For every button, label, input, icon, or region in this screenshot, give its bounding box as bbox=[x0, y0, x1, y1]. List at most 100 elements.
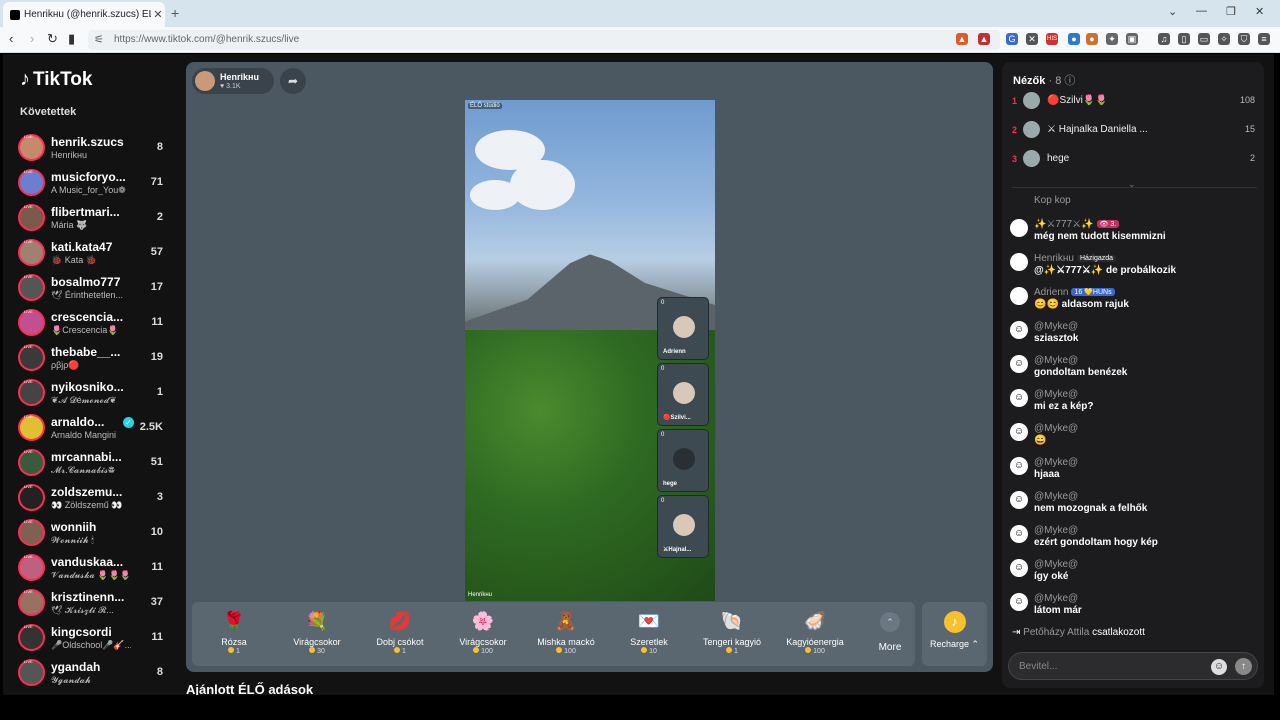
viewer-avatar bbox=[1023, 92, 1040, 109]
guest-panel[interactable]: 0 ⚔Hajnal... bbox=[657, 495, 709, 558]
chevron-up-icon: ⌃ bbox=[880, 612, 900, 632]
minimize-icon[interactable]: — bbox=[1196, 5, 1207, 17]
account-nickname: 🌷Crescencia🌷 bbox=[51, 325, 119, 335]
emoji-icon[interactable]: ☺ bbox=[1211, 659, 1227, 675]
brave-shield-icon[interactable]: ▲ bbox=[956, 33, 968, 45]
wallet-icon[interactable]: ▭ bbox=[1198, 33, 1210, 45]
divider bbox=[1012, 187, 1257, 188]
gift-price: 1 bbox=[692, 647, 772, 655]
chat-avatar bbox=[1010, 219, 1028, 237]
bookmark-icon[interactable]: ▮ bbox=[68, 31, 75, 47]
tab-bar: Henrikнu (@henrik.szucs) ÉLŐ ✕ + ⌄ — ❐ ✕ bbox=[0, 0, 1280, 27]
viewer-count: 11 bbox=[151, 316, 163, 328]
address-bar[interactable]: ⚟ https://www.tiktok.com/@henrik.szucs/l… bbox=[88, 30, 1000, 50]
followed-account[interactable]: LIVE kati.kata47 🐞 Kata 🐞 57 bbox=[18, 237, 168, 269]
live-indicator-icon: LIVE bbox=[24, 379, 33, 384]
followed-account[interactable]: LIVE thebabe__... ρβjρ🔴 19 bbox=[18, 342, 168, 374]
followed-account[interactable]: LIVE flibertmari... Mária 🐺 2 bbox=[18, 202, 168, 234]
gift-icon: 🌸 bbox=[471, 611, 495, 631]
extension-x-icon[interactable]: ✕ bbox=[1026, 33, 1038, 45]
gift-item[interactable]: 🦪 Kagyióenergia 100 bbox=[775, 608, 855, 655]
followed-account[interactable]: LIVE musicforyo... A Music_for_You❁ 71 bbox=[18, 167, 168, 199]
gift-name: Virágcsokor bbox=[293, 637, 341, 647]
gift-item[interactable]: 💋 Dobj csókot 1 bbox=[360, 608, 440, 655]
host-info[interactable]: Henrikнu ♥ 3.1K bbox=[192, 68, 274, 94]
top-viewer-row[interactable]: 3 hege 2 bbox=[1012, 149, 1257, 171]
reload-icon[interactable]: ↻ bbox=[47, 31, 58, 47]
followed-account[interactable]: LIVE zoldszemu... 👀 Zöldszemű 👀 3 bbox=[18, 482, 168, 514]
coin-icon bbox=[556, 647, 563, 653]
gift-item[interactable]: 🌹 Rózsa 1 bbox=[194, 608, 274, 655]
guest-name: 🔴Szilvi... bbox=[663, 415, 691, 421]
guest-panel[interactable]: 0 hege bbox=[657, 429, 709, 492]
close-tab-icon[interactable]: ✕ bbox=[151, 8, 165, 21]
joined-notice: ⇥ Petőházy Attila csatlakozott bbox=[1012, 627, 1145, 638]
translate-extension-icon[interactable]: G bbox=[1006, 33, 1018, 45]
followed-account[interactable]: LIVE krisztinenn... 🕊 𝓚𝓻𝓲𝓼𝔃𝓽𝓲 𝓡... 37 bbox=[18, 587, 168, 619]
followed-account[interactable]: LIVE mrcannabi... 𝓜𝓻.𝓒𝓪𝓷𝓷𝓪𝓫𝓲𝓼❁ 51 bbox=[18, 447, 168, 479]
recharge-button[interactable]: ♪ Recharge ⌃ bbox=[922, 602, 987, 666]
video-watermark: Henrikнu bbox=[468, 592, 492, 598]
live-indicator-icon: LIVE bbox=[24, 554, 33, 559]
restore-icon[interactable]: ❐ bbox=[1226, 5, 1236, 18]
extension-his-icon[interactable]: HIS bbox=[1046, 33, 1058, 45]
browser-tab[interactable]: Henrikнu (@henrik.szucs) ÉLŐ ✕ bbox=[3, 2, 165, 27]
media-icon[interactable]: ♫ bbox=[1158, 33, 1170, 45]
chat-input[interactable]: Bevitel... ☺ ↑ bbox=[1008, 652, 1258, 680]
expand-chevron-icon[interactable]: ⌄ bbox=[1128, 179, 1136, 190]
info-icon[interactable]: ⓘ bbox=[1064, 75, 1075, 87]
url-text: https://www.tiktok.com/@henrik.szucs/liv… bbox=[114, 34, 300, 45]
extension-puzzle-icon[interactable]: ✦ bbox=[1106, 33, 1118, 45]
guest-panel[interactable]: 0 🔴Szilvi... bbox=[657, 363, 709, 426]
leo-ai-icon[interactable]: ✧ bbox=[1218, 33, 1230, 45]
gift-item[interactable]: 🌸 Virágcsokor 100 bbox=[443, 608, 523, 655]
menu-icon[interactable]: ≡ bbox=[1258, 33, 1270, 45]
tiktok-logo[interactable]: ♪ TikTok bbox=[20, 68, 92, 91]
send-icon[interactable]: ↑ bbox=[1235, 658, 1252, 675]
top-viewer-row[interactable]: 1 🔴Szilvi🌷🌷 108 bbox=[1012, 91, 1257, 113]
followed-account[interactable]: LIVE kingcsordi 🎤Oldschool🎤🎸... 11 bbox=[18, 622, 168, 654]
extension-globe-icon[interactable]: ● bbox=[1068, 33, 1080, 45]
followed-account[interactable]: LIVE wonniih 𝓦𝓸𝓷𝓷𝓲𝓲𝓱 🕯 10 bbox=[18, 517, 168, 549]
live-indicator-icon: LIVE bbox=[24, 169, 33, 174]
more-gifts-button[interactable]: ⌃ More bbox=[870, 612, 910, 653]
followed-account[interactable]: LIVE nyikosniko... ❦𝓐 𝓓é𝓶𝓸𝓷𝓸𝓭❦ 1 bbox=[18, 377, 168, 409]
chat-username: @Myke@ bbox=[1034, 491, 1078, 502]
chat-username: @Myke@ bbox=[1034, 593, 1078, 604]
gift-item[interactable]: 💐 Virágcsokor 30 bbox=[277, 608, 357, 655]
gift-item[interactable]: 🧸 Mishka mackó 100 bbox=[526, 608, 606, 655]
share-button[interactable]: ➦ bbox=[280, 68, 306, 94]
followed-account[interactable]: LIVE vanduskaa... 𝓥𝓪𝓷𝓭𝓾𝓼𝓴𝓪 🌷🌷🌷... 11 bbox=[18, 552, 168, 584]
followed-account[interactable]: LIVE ygandah 𝓨𝓰𝓪𝓷𝓭𝓪𝓱 8 bbox=[18, 657, 168, 689]
account-nickname: ρβjρ🔴 bbox=[51, 360, 80, 370]
rewards-icon[interactable]: ▲ bbox=[978, 33, 990, 45]
guest-panel[interactable]: 0 Adrienn bbox=[657, 297, 709, 360]
new-tab-button[interactable]: + bbox=[171, 5, 179, 21]
extension-color-icon[interactable]: ● bbox=[1086, 33, 1098, 45]
followed-account[interactable]: LIVE crescencia... 🌷Crescencia🌷 11 bbox=[18, 307, 168, 339]
followed-account[interactable]: LIVE bosalmo777 🕊 Érinthetetlen... 17 bbox=[18, 272, 168, 304]
chat-avatar: ☺ bbox=[1010, 491, 1028, 509]
account-nickname: 𝓥𝓪𝓷𝓭𝓾𝓼𝓴𝓪 🌷🌷🌷... bbox=[51, 570, 131, 580]
sidebar-toggle-icon[interactable]: ▯ bbox=[1178, 33, 1190, 45]
extension-box-icon[interactable]: ▣ bbox=[1126, 33, 1138, 45]
forward-icon[interactable]: › bbox=[30, 31, 34, 46]
viewer-count: 1 bbox=[156, 386, 163, 398]
gift-item[interactable]: 💌 Szeretlek 10 bbox=[609, 608, 689, 655]
site-info-icon[interactable]: ⚟ bbox=[94, 30, 104, 50]
coin-icon bbox=[309, 647, 316, 653]
close-window-icon[interactable]: ✕ bbox=[1255, 5, 1264, 18]
gift-item[interactable]: 🐚 Tengeri kagyió 1 bbox=[692, 608, 772, 655]
vpn-icon[interactable]: ⛉ bbox=[1238, 33, 1250, 45]
gift-icon: 💋 bbox=[388, 611, 412, 631]
top-viewer-row[interactable]: 2 ⚔ Hajnalka Daniella ... 15 bbox=[1012, 120, 1257, 142]
followed-account[interactable]: LIVE henrik.szucs Henrikнu 8 bbox=[18, 132, 168, 164]
viewer-count: 19 bbox=[150, 351, 163, 363]
back-icon[interactable]: ‹ bbox=[9, 31, 13, 46]
account-nickname: 𝓦𝓸𝓷𝓷𝓲𝓲𝓱 🕯 bbox=[51, 535, 94, 545]
followed-heading: Követettek bbox=[20, 106, 77, 118]
tab-list-chevron-icon[interactable]: ⌄ bbox=[1168, 5, 1177, 18]
followed-account[interactable]: LIVE arnaldo... ✓ Arnaldo Mangini 2.5K bbox=[18, 412, 168, 444]
viewer-name: hege bbox=[1047, 153, 1070, 164]
viewer-avatar bbox=[1023, 150, 1040, 167]
